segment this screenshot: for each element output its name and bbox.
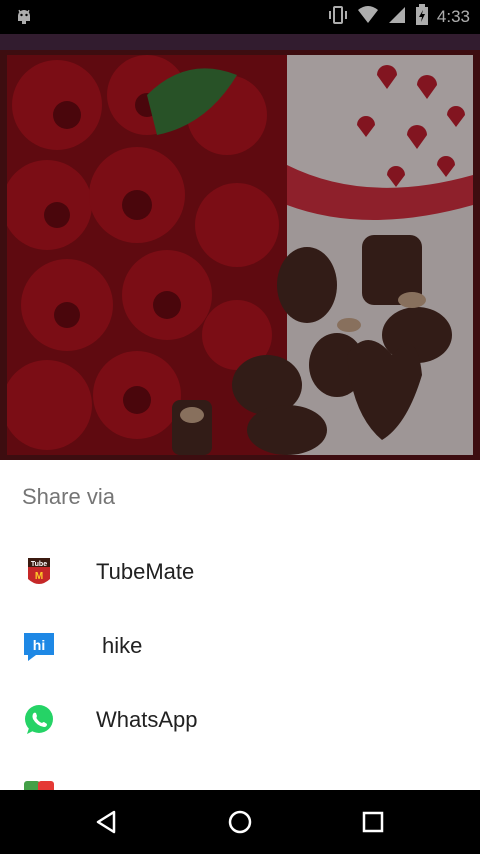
recents-icon[interactable] <box>353 802 393 842</box>
share-item-instashare[interactable] <box>0 757 480 790</box>
share-item-label: WhatsApp <box>96 707 198 732</box>
navigation-bar <box>0 790 480 854</box>
instashare-icon <box>22 777 56 790</box>
svg-text:Tube: Tube <box>31 561 47 568</box>
svg-text:hi: hi <box>33 637 45 653</box>
share-item-tubemate[interactable]: Tube M TubeMate <box>0 535 480 609</box>
share-item-label: hike <box>102 633 143 658</box>
share-sheet: Share via Tube M TubeMate hi hike WhatsA… <box>0 460 480 790</box>
home-icon[interactable] <box>220 802 260 842</box>
back-icon[interactable] <box>87 802 127 842</box>
share-item-label: TubeMate <box>96 559 195 584</box>
dim-scrim[interactable] <box>0 0 480 460</box>
share-sheet-title: Share via <box>22 484 115 509</box>
whatsapp-icon <box>22 703 56 737</box>
svg-text:M: M <box>35 571 43 582</box>
tubemate-icon: Tube M <box>22 555 56 589</box>
share-item-hike[interactable]: hi hike <box>0 609 480 683</box>
share-item-whatsapp[interactable]: WhatsApp <box>0 683 480 757</box>
hike-icon: hi <box>22 629 56 663</box>
